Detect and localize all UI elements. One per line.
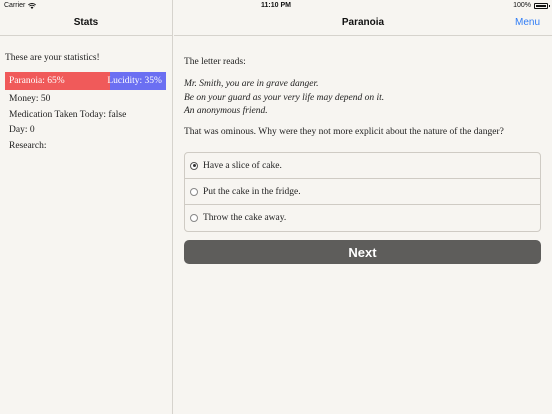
paranoia-lucidity-meter: Paranoia: 65% Lucidity: 35% [5, 72, 166, 90]
choice-list: Have a slice of cake. Put the cake in th… [184, 152, 541, 232]
sidebar-content: These are your statistics! Paranoia: 65%… [5, 53, 167, 155]
main-nav-bar: Paranoia Menu [174, 12, 552, 36]
choice-option[interactable]: Have a slice of cake. [185, 153, 540, 179]
radio-button-icon[interactable] [190, 214, 198, 222]
choice-label: Have a slice of cake. [203, 160, 282, 171]
letter-body: Mr. Smith, you are in grave danger. Be o… [184, 78, 544, 119]
stats-intro: These are your statistics! [5, 53, 100, 63]
letter-line: An anonymous friend. [184, 106, 268, 116]
radio-button-icon[interactable] [190, 161, 198, 170]
choice-option[interactable]: Throw the cake away. [185, 205, 540, 231]
menu-button[interactable]: Menu [515, 17, 540, 28]
paranoia-bar: Paranoia: 65% [5, 72, 110, 90]
next-button[interactable]: Next [184, 240, 541, 264]
choice-option[interactable]: Put the cake in the fridge. [185, 179, 540, 205]
research-stat: Research: [9, 140, 47, 151]
sidebar-nav-bar: Stats [0, 12, 172, 36]
sidebar-title: Stats [73, 17, 99, 28]
story-panel: Paranoia Menu The letter reads: Mr. Smit… [174, 0, 552, 414]
stats-sidebar: Stats These are your statistics! Paranoi… [0, 0, 173, 414]
money-stat: Money: 50 [9, 94, 51, 104]
letter-line: Be on your guard as your very life may d… [184, 92, 385, 103]
page-title: Paranoia [341, 17, 385, 28]
story-question: That was ominous. Why were they not more… [184, 126, 504, 137]
letter-line: Mr. Smith, you are in grave danger. [184, 79, 319, 89]
radio-button-icon[interactable] [190, 187, 198, 196]
choice-label: Throw the cake away. [203, 213, 287, 223]
story-text: The letter reads: Mr. Smith, you are in … [184, 57, 544, 146]
choice-label: Put the cake in the fridge. [203, 186, 301, 197]
day-stat: Day: 0 [9, 125, 35, 135]
letter-intro: The letter reads: [184, 57, 246, 67]
lucidity-bar: Lucidity: 35% [107, 72, 166, 90]
medication-stat: Medication Taken Today: false [9, 109, 127, 120]
